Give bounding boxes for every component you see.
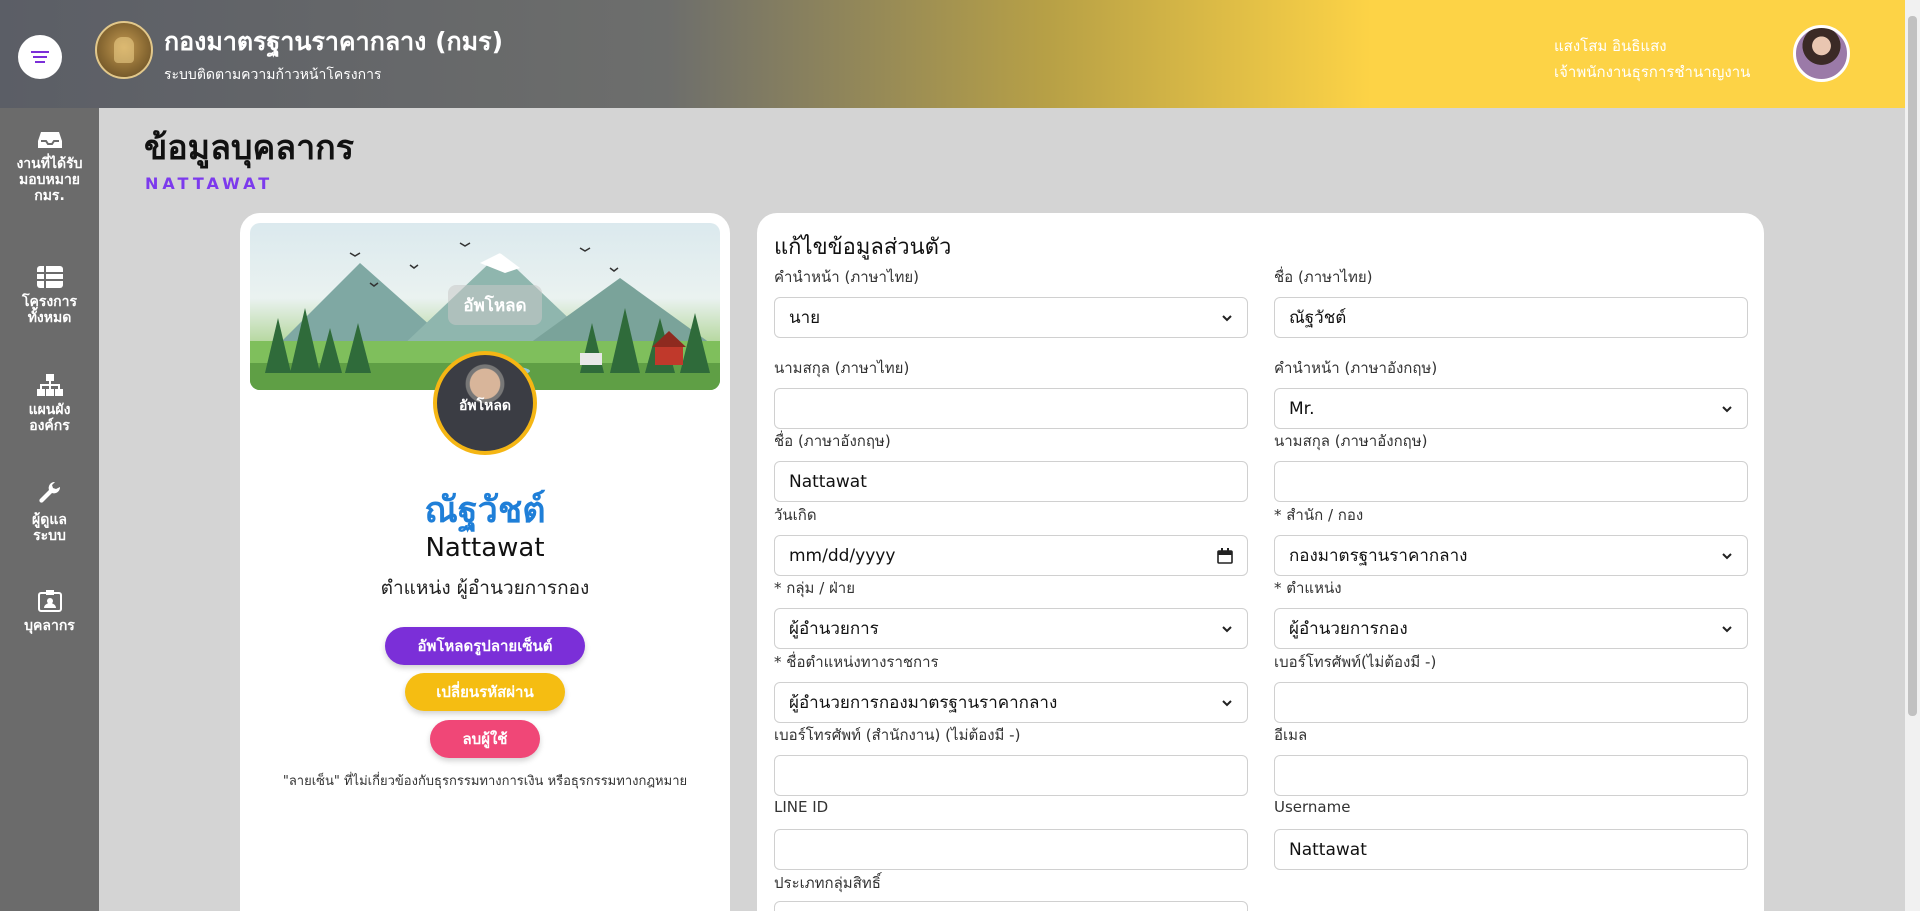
firstname-th-value: ณัฐวัชต์	[1289, 308, 1347, 328]
firstname-th-label: ชื่อ (ภาษาไทย)	[1274, 268, 1373, 286]
chevron-down-icon	[1222, 699, 1232, 706]
prefix-th-label: คำนำหน้า (ภาษาไทย)	[774, 268, 920, 286]
prefix-en-label: คำนำหน้า (ภาษาอังกฤษ)	[1274, 359, 1438, 377]
username-label: Username	[1274, 798, 1351, 816]
page-subtitle: NATTAWAT	[145, 174, 274, 193]
office-value: กองมาตรฐานราคากลาง	[1289, 546, 1468, 566]
user-avatar[interactable]	[1793, 25, 1850, 82]
org-logo	[95, 21, 153, 79]
calendar-icon[interactable]	[1217, 547, 1233, 564]
org-subtitle: ระบบติดตามความก้าวหน้าโครงการ	[164, 67, 382, 83]
page-scrollbar[interactable]	[1905, 0, 1920, 911]
office-label: * สำนัก / กอง	[1274, 506, 1364, 524]
sidebar-item-label: ผู้ดูแลระบบ	[32, 512, 67, 544]
official-position-select[interactable]: ผู้อำนวยการกองมาตรฐานราคากลาง	[774, 682, 1248, 723]
chevron-down-icon	[1722, 552, 1732, 559]
birthdate-input[interactable]: mm/dd/yyyy	[774, 535, 1248, 576]
sidebar-item-admin[interactable]: ผู้ดูแลระบบ	[0, 482, 99, 544]
firstname-th-input[interactable]: ณัฐวัชต์	[1274, 297, 1748, 338]
email-input[interactable]	[1274, 755, 1748, 796]
sidebar-item-all-projects[interactable]: โครงการทั้งหมด	[0, 266, 99, 326]
sidebar-item-label: โครงการทั้งหมด	[21, 294, 78, 326]
signature-note: "ลายเซ็น" ที่ไม่เกี่ยวข้องกับธุรกรรมทางก…	[282, 774, 688, 789]
prefix-th-value: นาย	[789, 308, 821, 328]
delete-user-button[interactable]: ลบผู้ใช้	[430, 720, 540, 758]
username-input[interactable]: Nattawat	[1274, 829, 1748, 870]
photo-upload-button[interactable]: อัพโหลด	[437, 395, 533, 417]
prefix-en-value: Mr.	[1289, 398, 1315, 419]
menu-icon	[31, 51, 49, 63]
form-title: แก้ไขข้อมูลส่วนตัว	[774, 235, 952, 260]
wrench-icon	[38, 482, 60, 503]
cover-upload-button[interactable]: อัพโหลด	[448, 285, 542, 325]
birthdate-label: วันเกิด	[774, 506, 817, 524]
position-value: ผู้อำนวยการกอง	[1289, 619, 1408, 639]
phone-input[interactable]	[1274, 682, 1748, 723]
page-title: ข้อมูลบุคลากร	[144, 128, 355, 168]
group-label: * กลุ่ม / ฝ่าย	[774, 579, 856, 597]
menu-toggle-button[interactable]	[18, 35, 62, 79]
sidebar-item-label: บุคลากร	[24, 618, 75, 634]
phone-label: เบอร์โทรศัพท์(ไม่ต้องมี -)	[1274, 653, 1437, 671]
name-thai: ณัฐวัชต์	[424, 490, 546, 531]
position-select[interactable]: ผู้อำนวยการกอง	[1274, 608, 1748, 649]
position-text: ตำแหน่ง ผู้อำนวยการกอง	[380, 577, 590, 599]
user-role: เจ้าพนักงานธุรการชำนาญงาน	[1554, 63, 1751, 81]
official-position-value: ผู้อำนวยการกองมาตรฐานราคากลาง	[789, 693, 1058, 713]
profile-card: อัพโหลด อัพโหลด ณัฐวัชต์ Nattawat ตำแหน่…	[240, 213, 730, 911]
official-position-label: * ชื่อตำแหน่งทางราชการ	[774, 653, 939, 671]
username-value: Nattawat	[1289, 839, 1367, 860]
table-icon	[36, 266, 63, 288]
office-select[interactable]: กองมาตรฐานราคากลาง	[1274, 535, 1748, 576]
sitemap-icon	[36, 374, 63, 396]
email-label: อีเมล	[1274, 726, 1308, 744]
office-phone-label: เบอร์โทรศัพท์ (สำนักงาน) (ไม่ต้องมี -)	[774, 726, 1021, 744]
change-password-button[interactable]: เปลี่ยนรหัสผ่าน	[405, 673, 565, 711]
sidebar: งานที่ได้รับมอบหมาย กมร. โครงการทั้งหมด …	[0, 108, 99, 911]
position-label: * ตำแหน่ง	[1274, 579, 1342, 597]
name-english: Nattawat	[425, 533, 545, 563]
sidebar-item-assigned-tasks[interactable]: งานที่ได้รับมอบหมาย กมร.	[0, 130, 99, 204]
lastname-en-input[interactable]	[1274, 461, 1748, 502]
chevron-down-icon	[1222, 314, 1232, 321]
id-card-icon	[37, 590, 62, 612]
lastname-en-label: นามสกุล (ภาษาอังกฤษ)	[1274, 432, 1428, 450]
sidebar-item-label: แผนผังองค์กร	[28, 402, 71, 434]
edit-profile-form: แก้ไขข้อมูลส่วนตัว คำนำหน้า (ภาษาไทย) นา…	[757, 213, 1764, 911]
top-header: กองมาตรฐานราคากลาง (กมร) ระบบติดตามความก…	[0, 0, 1905, 108]
scrollbar-thumb[interactable]	[1908, 16, 1917, 716]
chevron-down-icon	[1722, 405, 1732, 412]
office-phone-input[interactable]	[774, 755, 1248, 796]
chevron-down-icon	[1722, 625, 1732, 632]
birthdate-value: mm/dd/yyyy	[789, 545, 896, 566]
user-name: แสงโสม อินธิแสง	[1554, 37, 1667, 55]
sidebar-item-personnel[interactable]: บุคลากร	[0, 590, 99, 634]
group-value: ผู้อำนวยการ	[789, 619, 879, 639]
prefix-en-select[interactable]: Mr.	[1274, 388, 1748, 429]
sidebar-item-org-chart[interactable]: แผนผังองค์กร	[0, 374, 99, 434]
role-group-label: ประเภทกลุ่มสิทธิ์	[774, 874, 881, 892]
lastname-th-input[interactable]	[774, 388, 1248, 429]
line-id-label: LINE ID	[774, 798, 829, 816]
org-title: กองมาตรฐานราคากลาง (กมร)	[164, 27, 503, 56]
chevron-down-icon	[1222, 625, 1232, 632]
firstname-en-value: Nattawat	[789, 471, 867, 492]
sidebar-item-label: งานที่ได้รับมอบหมาย กมร.	[16, 156, 83, 204]
firstname-en-input[interactable]: Nattawat	[774, 461, 1248, 502]
group-select[interactable]: ผู้อำนวยการ	[774, 608, 1248, 649]
lastname-th-label: นามสกุล (ภาษาไทย)	[774, 359, 910, 377]
profile-photo[interactable]: อัพโหลด	[433, 351, 537, 455]
upload-signature-button[interactable]: อัพโหลดรูปลายเซ็นต์	[385, 627, 585, 665]
prefix-th-select[interactable]: นาย	[774, 297, 1248, 338]
line-id-input[interactable]	[774, 829, 1248, 870]
role-group-select[interactable]	[774, 901, 1248, 911]
firstname-en-label: ชื่อ (ภาษาอังกฤษ)	[774, 432, 891, 450]
inbox-icon	[37, 132, 62, 148]
